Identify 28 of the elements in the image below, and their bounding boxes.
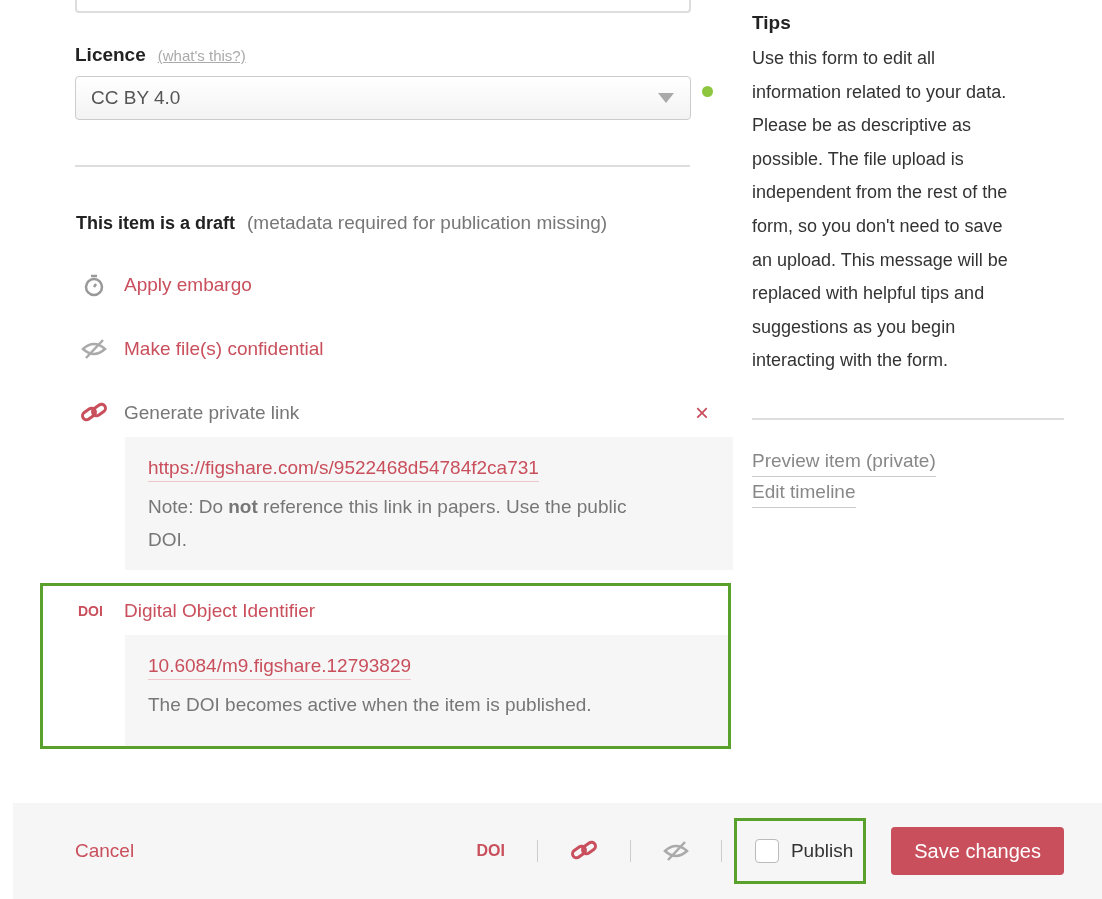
action-link[interactable]: Digital Object Identifier bbox=[124, 600, 316, 622]
checkbox[interactable] bbox=[754, 839, 779, 863]
panel-note: The DOI becomes active when the item is published. bbox=[148, 693, 593, 717]
action-title: Generate private link bbox=[124, 402, 300, 424]
cancel-link[interactable]: Cancel bbox=[75, 840, 135, 862]
text-field[interactable] bbox=[75, 0, 691, 13]
section-note: (metadata required for publication missing) bbox=[247, 212, 608, 234]
side-link[interactable]: Preview item (private) bbox=[752, 445, 936, 477]
panel-note: Note: Do not reference this link in papers. Use the public DOI. bbox=[148, 495, 628, 552]
checkbox-label[interactable]: Publish bbox=[790, 840, 854, 862]
crossed-eye-icon bbox=[80, 337, 108, 361]
url-link[interactable]: 10.6084/m9.figshare.12793829 bbox=[148, 655, 412, 680]
caret-icon bbox=[658, 93, 674, 103]
tips-title: Tips bbox=[752, 12, 792, 34]
tips-text: Use this form to edit all information related to your data. Please be as descriptive as possible. The file upload is independent from the rest of the form, so you don't need to save an upload. This message will be replaced with helpful tips and suggestions as you begin interacting with the form. bbox=[752, 47, 1009, 373]
side-link[interactable]: Edit timeline bbox=[752, 476, 856, 508]
crossed-eye-icon[interactable] bbox=[662, 839, 689, 863]
licence-dropdown[interactable]: CC BY 4.0 bbox=[75, 76, 691, 120]
action-link[interactable]: Apply embargo bbox=[124, 274, 252, 296]
help-link[interactable]: (what's this?) bbox=[157, 47, 246, 64]
doi-label: DOI bbox=[78, 603, 104, 619]
doi-label[interactable]: DOI bbox=[476, 842, 505, 860]
save-button[interactable]: Save changes bbox=[891, 827, 1064, 875]
section-title: This item is a draft bbox=[76, 213, 236, 234]
close-button[interactable]: × bbox=[695, 399, 709, 427]
url-link[interactable]: https://figshare.com/s/9522468d54784f2ca731 bbox=[148, 457, 539, 482]
field-label: Licence bbox=[75, 44, 146, 66]
action-link[interactable]: Make file(s) confidential bbox=[124, 338, 324, 360]
